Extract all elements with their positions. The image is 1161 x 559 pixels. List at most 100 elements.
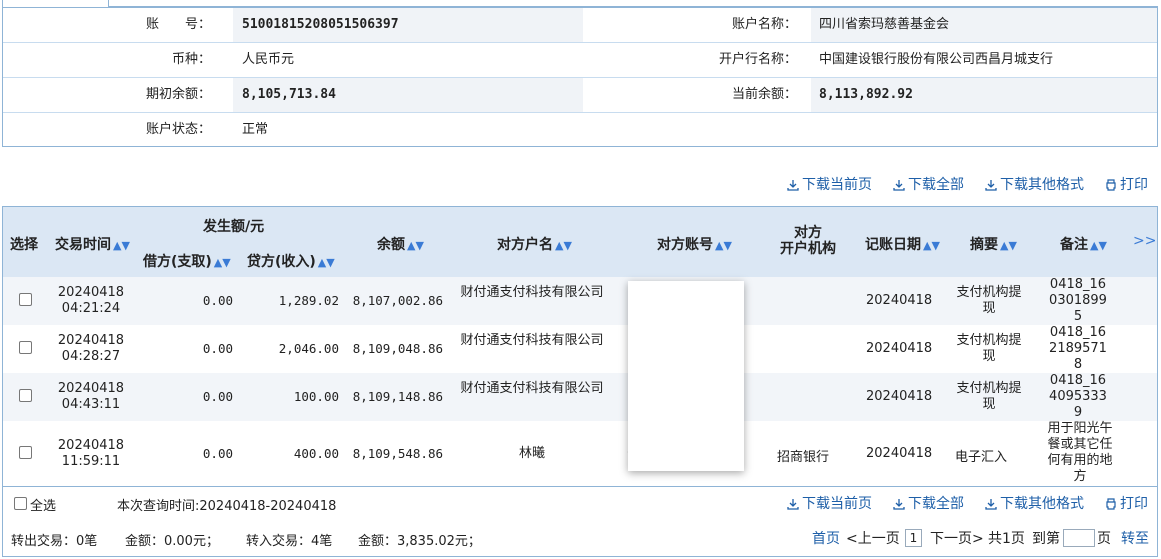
- row-counterparty: 财付通支付科技有限公司: [460, 285, 604, 300]
- status-label: 账户状态：: [145, 122, 211, 137]
- row-credit: 1,289.02: [278, 293, 339, 308]
- download-page-label: 下载当前页: [802, 177, 872, 193]
- row-time-text: 04:43:11: [61, 397, 121, 412]
- col-balance[interactable]: 余额 ▲▼: [377, 234, 424, 254]
- sort-icon[interactable]: ▲▼: [407, 239, 424, 252]
- col-debit[interactable]: 借方(支取) ▲▼: [143, 251, 231, 271]
- sort-icon[interactable]: ▲▼: [1000, 239, 1017, 252]
- row-date-text: 20240418: [57, 333, 125, 348]
- download-icon: [985, 180, 997, 191]
- col-summary[interactable]: 摘要 ▲▼: [970, 234, 1017, 254]
- account-name-value: 四川省索玛慈善基金会: [811, 8, 1157, 42]
- download-other-label: 下载其他格式: [1000, 496, 1084, 512]
- row-counter-bank: 招商银行: [777, 450, 830, 465]
- more-columns-icon[interactable]: >>: [1133, 233, 1156, 249]
- info-row-balance: 期初余额： 8,105,713.84 当前余额： 8,113,892.92: [3, 78, 1157, 112]
- sort-icon[interactable]: ▲▼: [715, 239, 732, 252]
- sort-icon[interactable]: ▲▼: [1090, 239, 1107, 252]
- download-page-link[interactable]: 下载当前页: [787, 175, 872, 195]
- col-counterparty[interactable]: 对方户名 ▲▼: [497, 234, 572, 254]
- pagination: 首页 <上一页 1 下一页> 共1页 到第 页 转至: [0, 529, 1161, 549]
- table-row[interactable]: 20240418 04:28:27 0.00 2,046.00 8,109,048…: [3, 325, 1157, 373]
- printer-icon: [1106, 498, 1116, 510]
- sort-icon[interactable]: ▲▼: [923, 239, 940, 252]
- row-time-text: 04:21:24: [61, 301, 121, 316]
- col-remark[interactable]: 备注 ▲▼: [1060, 234, 1107, 254]
- info-row-account: 账 号： 51001815208051506397 账户名称： 四川省索玛慈善基…: [3, 8, 1157, 42]
- col-credit[interactable]: 贷方(收入) ▲▼: [247, 251, 335, 271]
- print-link[interactable]: 打印: [1105, 175, 1148, 195]
- bank-value: 中国建设银行股份有限公司西昌月城支行: [819, 52, 1054, 67]
- currency-label: 币种：: [171, 52, 211, 67]
- row-date-text: 20240418: [57, 285, 125, 300]
- table-header: 选择 交易时间 ▲▼ 发生额/元 借方(支取) ▲▼ 贷方(收入) ▲▼ 余额 ▲▼ 对…: [3, 207, 1157, 278]
- prev-page-link[interactable]: <上一页: [846, 529, 900, 549]
- info-row-currency: 币种： 人民币元 开户行名称： 中国建设银行股份有限公司西昌月城支行: [3, 43, 1157, 77]
- download-icon: [893, 499, 905, 510]
- download-icon: [985, 499, 997, 510]
- download-other-link[interactable]: 下载其他格式: [985, 175, 1084, 195]
- next-page-link[interactable]: 下一页>: [930, 529, 984, 549]
- col-post-date[interactable]: 记账日期 ▲▼: [865, 234, 940, 254]
- row-checkbox[interactable]: [19, 293, 32, 306]
- sort-icon[interactable]: ▲▼: [318, 256, 335, 269]
- active-tab[interactable]: [2, 0, 109, 8]
- goto-page-input[interactable]: [1063, 529, 1095, 547]
- col-time[interactable]: 交易时间 ▲▼: [55, 234, 130, 254]
- info-row-status: 账户状态： 正常: [3, 113, 1157, 147]
- row-post-date: 20240418: [866, 293, 933, 308]
- row-remark: 0418_1603018995: [1049, 277, 1107, 324]
- sort-icon[interactable]: ▲▼: [555, 239, 572, 252]
- table-row[interactable]: 20240418 11:59:11 0.00 400.00 8,109,548.8…: [3, 421, 1157, 486]
- table-row[interactable]: 20240418 04:43:11 0.00 100.00 8,109,148.8…: [3, 373, 1157, 421]
- download-icon: [787, 180, 799, 191]
- row-checkbox[interactable]: [19, 389, 32, 402]
- download-other-link[interactable]: 下载其他格式: [985, 494, 1084, 514]
- col-time-label: 交易时间: [55, 237, 111, 253]
- goto-label: 到第: [1032, 531, 1060, 547]
- row-balance: 8,107,002.86: [352, 293, 443, 308]
- row-balance: 8,109,548.86: [352, 446, 443, 461]
- print-label: 打印: [1120, 177, 1148, 193]
- sort-icon[interactable]: ▲▼: [113, 239, 130, 252]
- row-debit: 0.00: [202, 341, 233, 356]
- download-all-link[interactable]: 下载全部: [893, 494, 964, 514]
- row-summary: 电子汇入: [955, 450, 1008, 465]
- row-debit: 0.00: [202, 389, 233, 404]
- row-date-text: 20240418: [57, 438, 125, 453]
- print-link[interactable]: 打印: [1105, 494, 1148, 514]
- current-balance-value: 8,113,892.92: [811, 78, 1157, 112]
- row-balance: 8,109,048.86: [352, 341, 443, 356]
- row-date-text: 20240418: [57, 381, 125, 396]
- row-checkbox[interactable]: [19, 446, 32, 459]
- col-counter-account-label: 对方账号: [657, 237, 713, 253]
- download-icon: [893, 180, 905, 191]
- bottom-toolbar: 下载当前页 下载全部 下载其他格式 打印: [0, 494, 1161, 514]
- col-post-date-label: 记账日期: [865, 237, 921, 253]
- col-counterparty-label: 对方户名: [497, 237, 553, 253]
- account-name-label: 账户名称：: [731, 17, 797, 32]
- bank-label: 开户行名称：: [718, 52, 797, 67]
- sort-icon[interactable]: ▲▼: [214, 256, 231, 269]
- col-counter-account[interactable]: 对方账号 ▲▼: [657, 234, 732, 254]
- row-debit: 0.00: [202, 446, 233, 461]
- table-row[interactable]: 20240418 04:21:24 0.00 1,289.02 8,107,002…: [3, 277, 1157, 325]
- col-counter-bank: 对方 开户机构: [780, 225, 836, 257]
- col-amount-group: 发生额/元: [203, 219, 265, 235]
- col-select: 选择: [10, 237, 38, 253]
- row-time: 20240418 04:21:24: [53, 285, 129, 317]
- row-balance: 8,109,148.86: [352, 389, 443, 404]
- current-page-box[interactable]: 1: [905, 529, 922, 547]
- row-checkbox[interactable]: [19, 341, 32, 354]
- download-all-link[interactable]: 下载全部: [893, 175, 964, 195]
- row-time: 20240418 11:59:11: [53, 438, 129, 470]
- first-page-link[interactable]: 首页: [812, 529, 840, 549]
- row-post-date: 20240418: [866, 389, 933, 404]
- go-button[interactable]: 转至: [1121, 529, 1149, 549]
- download-other-label: 下载其他格式: [1000, 177, 1084, 193]
- opening-balance-value: 8,105,713.84: [233, 78, 583, 112]
- row-time: 20240418 04:43:11: [53, 381, 129, 413]
- download-page-link[interactable]: 下载当前页: [787, 494, 872, 514]
- tab-strip: [0, 0, 1161, 8]
- currency-value: 人民币元: [242, 52, 295, 67]
